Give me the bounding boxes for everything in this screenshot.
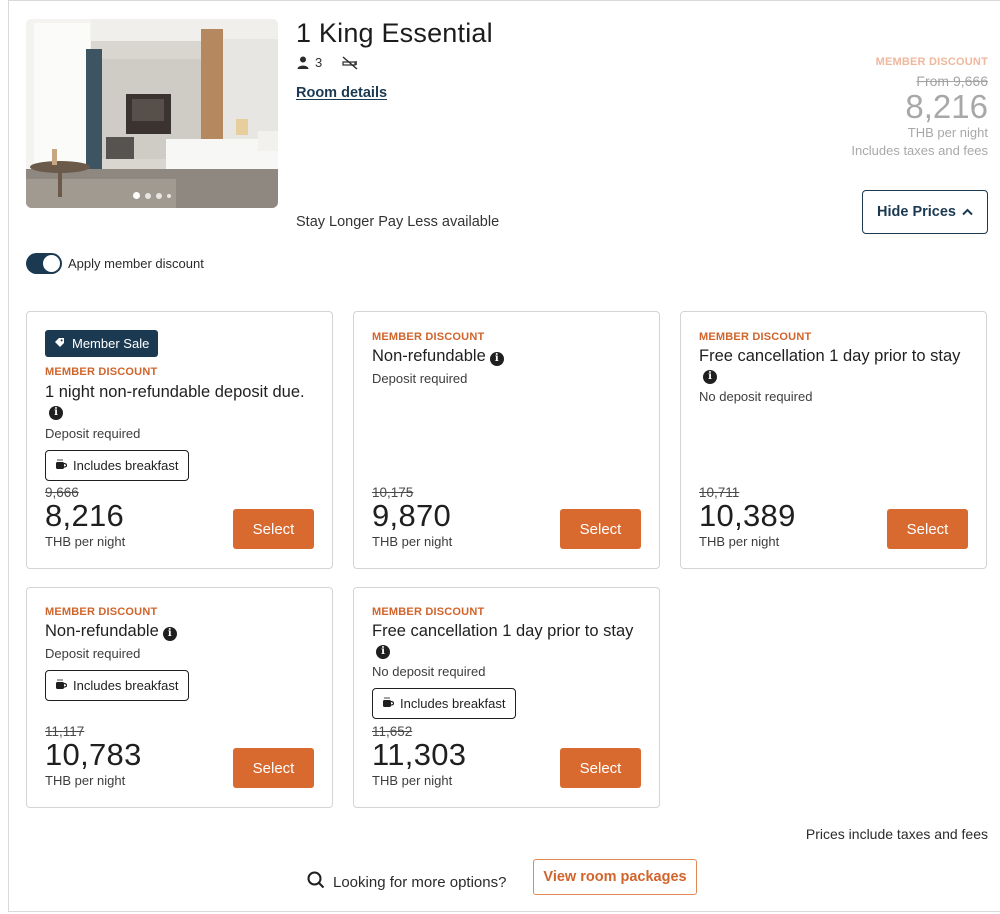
rate-card: MEMBER DISCOUNT Non-refundable i Deposit … <box>353 311 660 569</box>
person-icon <box>297 56 309 69</box>
room-amenities: 3 <box>297 55 358 70</box>
discounted-price: 8,216 <box>45 498 125 533</box>
info-icon[interactable]: i <box>489 352 504 366</box>
select-button[interactable]: Select <box>560 509 641 549</box>
tag-icon <box>54 336 65 351</box>
member-discount-label: MEMBER DISCOUNT <box>372 606 485 618</box>
info-icon[interactable]: i <box>162 627 177 641</box>
per-night-label: THB per night <box>372 534 453 549</box>
carousel-dot[interactable] <box>167 193 171 198</box>
per-night-label: THB per night <box>907 125 988 140</box>
info-icon[interactable]: i <box>376 645 390 659</box>
rate-title: 1 night non-refundable deposit due. i <box>45 383 314 420</box>
original-price: From 9,666 <box>916 73 988 89</box>
price-block: 10,175 9,870 THB per night <box>372 485 452 549</box>
select-button[interactable]: Select <box>233 509 314 549</box>
member-discount-label: MEMBER DISCOUNT <box>875 56 988 68</box>
rate-title-text: Non-refundable <box>372 347 486 365</box>
guest-count: 3 <box>315 55 323 70</box>
member-discount-toggle[interactable] <box>26 253 62 274</box>
coffee-cup-icon <box>382 696 395 711</box>
member-discount-label: MEMBER DISCOUNT <box>45 606 158 618</box>
member-sale-label: Member Sale <box>72 336 150 351</box>
breakfast-badge: Includes breakfast <box>45 450 189 481</box>
rate-title: Free cancellation 1 day prior to stay i <box>699 347 968 384</box>
room-photo <box>26 19 278 208</box>
rate-card: MEMBER DISCOUNT Non-refundable i Deposit … <box>26 587 333 808</box>
price-block: 11,652 11,303 THB per night <box>372 724 466 788</box>
select-button[interactable]: Select <box>233 748 314 788</box>
deposit-note: No deposit required <box>372 664 486 679</box>
rate-card: MEMBER DISCOUNT Free cancellation 1 day … <box>353 587 660 808</box>
discounted-price: 10,389 <box>699 498 796 533</box>
price-block: 10,711 10,389 THB per night <box>699 485 796 549</box>
breakfast-label: Includes breakfast <box>73 678 179 693</box>
price-block: 11,117 10,783 THB per night <box>45 724 142 788</box>
member-discount-toggle-row: Apply member discount <box>26 253 204 274</box>
deposit-note: No deposit required <box>699 389 813 404</box>
breakfast-badge: Includes breakfast <box>372 688 516 719</box>
room-title: 1 King Essential <box>296 18 493 48</box>
info-icon[interactable]: i <box>703 370 717 384</box>
rate-title-text: 1 night non-refundable deposit due. <box>45 383 305 401</box>
toggle-knob <box>42 254 61 273</box>
per-night-label: THB per night <box>45 773 126 788</box>
breakfast-label: Includes breakfast <box>73 458 179 473</box>
toggle-label: Apply member discount <box>68 256 204 271</box>
carousel-dot[interactable] <box>145 192 151 199</box>
carousel-dots[interactable] <box>26 192 278 199</box>
discounted-price: 11,303 <box>372 737 467 772</box>
select-button[interactable]: Select <box>887 509 968 549</box>
more-options-label: Looking for more options? <box>333 873 507 891</box>
hide-prices-button[interactable]: Hide Prices <box>862 190 988 234</box>
carousel-dot[interactable] <box>156 192 162 199</box>
rate-title-text: Free cancellation 1 day prior to stay <box>372 622 634 640</box>
info-icon[interactable]: i <box>49 406 63 420</box>
rate-title-text: Non-refundable <box>45 622 159 640</box>
hide-prices-label: Hide Prices <box>877 204 956 220</box>
breakfast-label: Includes breakfast <box>400 696 506 711</box>
no-smoking-icon <box>342 55 358 70</box>
per-night-label: THB per night <box>45 534 126 549</box>
per-night-label: THB per night <box>699 534 780 549</box>
discounted-price: 9,870 <box>372 498 452 533</box>
select-button[interactable]: Select <box>560 748 641 788</box>
member-discount-label: MEMBER DISCOUNT <box>372 331 485 343</box>
rate-title-text: Free cancellation 1 day prior to stay <box>699 347 961 365</box>
rate-card: MEMBER DISCOUNT Free cancellation 1 day … <box>680 311 987 569</box>
coffee-cup-icon <box>55 458 68 473</box>
rate-card: Member Sale MEMBER DISCOUNT 1 night non-… <box>26 311 333 569</box>
stay-longer-note: Stay Longer Pay Less available <box>296 214 500 230</box>
header-price: MEMBER DISCOUNT From 9,666 8,216 THB per… <box>851 56 988 158</box>
per-night-label: THB per night <box>372 773 453 788</box>
discounted-price: 10,783 <box>45 737 142 772</box>
breakfast-badge: Includes breakfast <box>45 670 189 701</box>
member-discount-label: MEMBER DISCOUNT <box>699 331 812 343</box>
deposit-note: Deposit required <box>45 426 141 441</box>
more-options: Looking for more options? <box>307 871 506 893</box>
taxes-footnote: Prices include taxes and fees <box>805 826 988 842</box>
coffee-cup-icon <box>55 678 68 693</box>
room-photo-carousel[interactable] <box>26 19 278 208</box>
chevron-up-icon <box>962 204 973 220</box>
rate-title: Free cancellation 1 day prior to stay i <box>372 622 641 659</box>
taxes-note: Includes taxes and fees <box>851 143 988 158</box>
search-icon <box>307 871 325 893</box>
rate-title: Non-refundable i <box>45 622 314 641</box>
discounted-price: 8,216 <box>905 88 988 125</box>
carousel-dot[interactable] <box>133 192 140 199</box>
price-block: 9,666 8,216 THB per night <box>45 485 125 549</box>
deposit-note: Deposit required <box>45 646 141 661</box>
deposit-note: Deposit required <box>372 371 468 386</box>
view-room-packages-button[interactable]: View room packages <box>533 859 697 895</box>
room-details-link[interactable]: Room details <box>296 85 387 101</box>
member-sale-badge: Member Sale <box>45 330 159 357</box>
member-discount-label: MEMBER DISCOUNT <box>45 366 158 378</box>
rate-title: Non-refundable i <box>372 347 641 366</box>
